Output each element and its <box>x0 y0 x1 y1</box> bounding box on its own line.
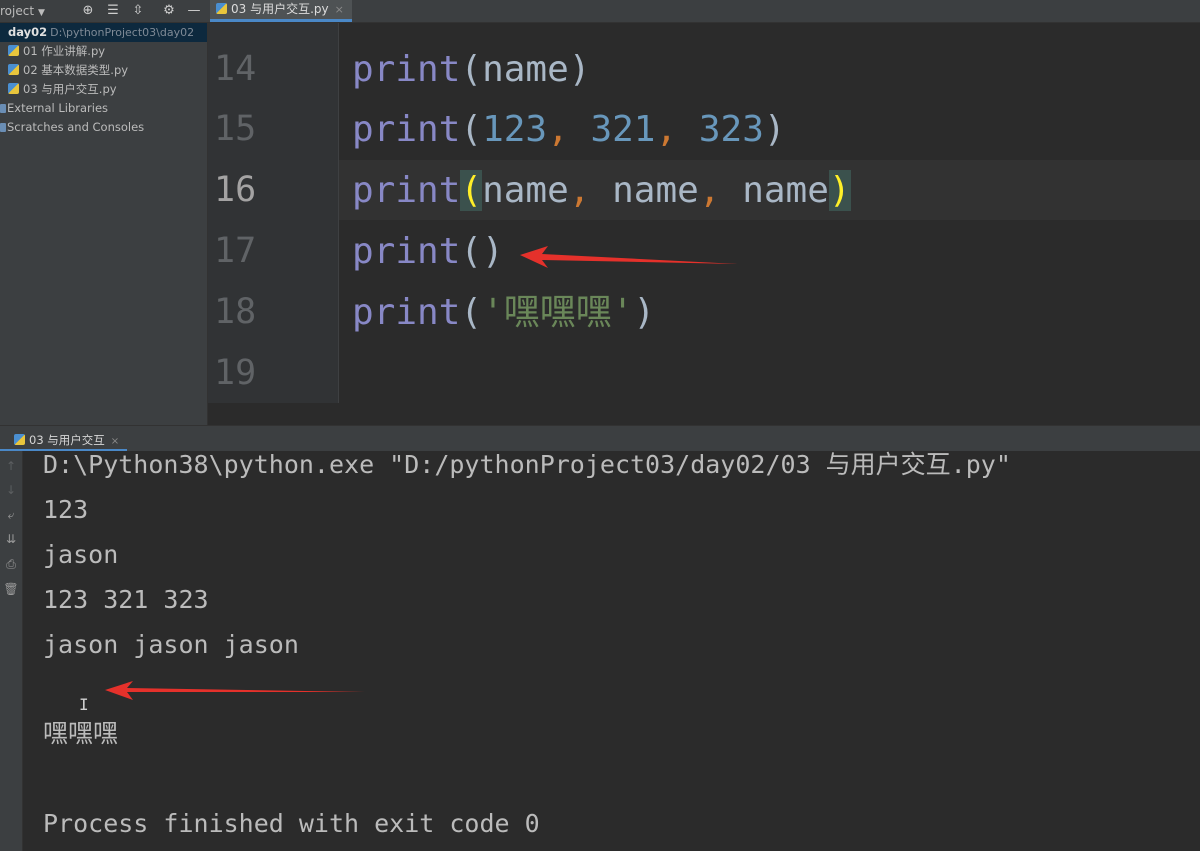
tree-file-label: 02 基本数据类型.py <box>23 63 129 77</box>
tree-file-1[interactable]: 01 作业讲解.py <box>0 42 207 61</box>
code-line-16[interactable]: print(name, name, name) <box>352 160 851 221</box>
project-tree: day02 D:\pythonProject03\day02 01 作业讲解.py… <box>0 23 208 425</box>
editor-tab-current-file[interactable]: 03 与用户交互.py × <box>210 0 352 22</box>
collapse-all-icon[interactable]: ⇳ <box>129 2 147 20</box>
matched-paren: ( <box>460 170 483 211</box>
scratches-icon <box>0 123 6 132</box>
code-line-17[interactable]: print() <box>352 221 504 282</box>
tree-file-label: 01 作业讲解.py <box>23 44 106 58</box>
identifier: name <box>482 49 569 90</box>
console-line: 123 <box>43 495 89 524</box>
code-line-18[interactable]: print('嘿嘿嘿') <box>352 282 655 343</box>
crosshair-icon[interactable]: ⊕ <box>79 2 97 20</box>
run-tab[interactable]: 03 与用户交互 × <box>0 426 128 452</box>
builtin-print: print <box>352 109 461 150</box>
run-tab-label: 03 与用户交互 <box>29 433 105 447</box>
annotation-arrow-editor <box>520 246 738 268</box>
python-file-icon <box>8 64 19 75</box>
tree-file-label: 03 与用户交互.py <box>23 82 117 96</box>
line-number: 15 <box>214 109 257 149</box>
trash-icon[interactable]: 🗑 <box>0 579 22 599</box>
chevron-down-icon: ▼ <box>38 8 45 18</box>
run-side-toolbar: ↑ ↓ ⤶ ⇊ ⎙ 🗑 <box>0 451 23 851</box>
console-line: 123 321 323 <box>43 585 209 614</box>
builtin-print: print <box>352 170 461 211</box>
close-icon[interactable]: × <box>335 3 344 16</box>
line-number: 18 <box>214 292 257 332</box>
tree-file-2[interactable]: 02 基本数据类型.py <box>0 61 207 80</box>
editor-tab-label: 03 与用户交互.py <box>231 2 329 16</box>
folder-path: D:\pythonProject03\day02 <box>50 26 195 39</box>
text-cursor-icon: I <box>79 695 89 714</box>
down-arrow-icon[interactable]: ↓ <box>0 480 22 500</box>
console-line: jason jason jason <box>43 630 299 659</box>
tree-external-libraries[interactable]: External Libraries <box>0 99 207 118</box>
scroll-to-end-icon[interactable]: ⇊ <box>0 529 22 549</box>
python-file-icon <box>8 45 19 56</box>
number-literal: 323 <box>698 109 764 150</box>
print-icon[interactable]: ⎙ <box>0 554 22 574</box>
console-line: 嘿嘿嘿 <box>43 719 119 748</box>
python-file-icon <box>216 3 227 14</box>
gear-icon[interactable]: ⚙ <box>160 2 178 20</box>
python-file-icon <box>8 83 19 94</box>
minimize-icon[interactable]: — <box>185 2 203 20</box>
tree-folder-day02[interactable]: day02 D:\pythonProject03\day02 <box>0 23 207 42</box>
code-editor[interactable]: 14 15 16 17 18 19 print(name) print(123,… <box>208 23 1200 403</box>
builtin-print: print <box>352 49 461 90</box>
up-arrow-icon[interactable]: ↑ <box>0 456 22 476</box>
line-number-current: 16 <box>214 170 257 210</box>
builtin-print: print <box>352 292 461 333</box>
code-line-14[interactable]: print(name) <box>352 39 590 100</box>
code-line-15[interactable]: print(123, 321, 323) <box>352 99 786 160</box>
matched-paren: ) <box>828 170 851 211</box>
close-icon[interactable]: × <box>111 436 119 447</box>
number-literal: 123 <box>482 109 548 150</box>
editor-bottom-area <box>208 403 1200 425</box>
run-tool-window-header: 03 与用户交互 × <box>0 425 1200 452</box>
console-line: D:\Python38\python.exe "D:/pythonProject… <box>43 451 1011 479</box>
line-number: 17 <box>214 231 257 271</box>
soft-wrap-icon[interactable]: ⤶ <box>0 505 22 525</box>
top-toolbar: roject ▼ ⊕ ☰ ⇳ ⚙ — 03 与用户交互.py × <box>0 0 1200 23</box>
line-number: 19 <box>214 353 257 393</box>
identifier: name <box>742 170 829 211</box>
tree-label: Scratches and Consoles <box>7 120 145 134</box>
tree-label: External Libraries <box>7 101 109 115</box>
identifier: name <box>612 170 699 211</box>
annotation-arrow-console <box>105 681 365 700</box>
tree-file-3[interactable]: 03 与用户交互.py <box>0 80 207 99</box>
builtin-print: print <box>352 231 461 272</box>
number-literal: 321 <box>590 109 656 150</box>
folder-name: day02 <box>8 25 48 39</box>
project-view-selector[interactable]: roject ▼ <box>0 0 76 22</box>
string-literal: '嘿嘿嘿' <box>482 292 634 333</box>
identifier: name <box>482 170 569 211</box>
expand-all-icon[interactable]: ☰ <box>104 2 122 20</box>
line-number: 14 <box>214 49 257 89</box>
python-run-icon <box>14 434 25 445</box>
project-view-label: roject <box>0 4 35 18</box>
console-line: jason <box>43 540 119 569</box>
run-console-output[interactable]: D:\Python38\python.exe "D:/pythonProject… <box>23 451 1200 851</box>
library-icon <box>0 104 6 113</box>
tree-scratches[interactable]: Scratches and Consoles <box>0 118 207 137</box>
console-line-exit: Process finished with exit code 0 <box>43 809 540 838</box>
